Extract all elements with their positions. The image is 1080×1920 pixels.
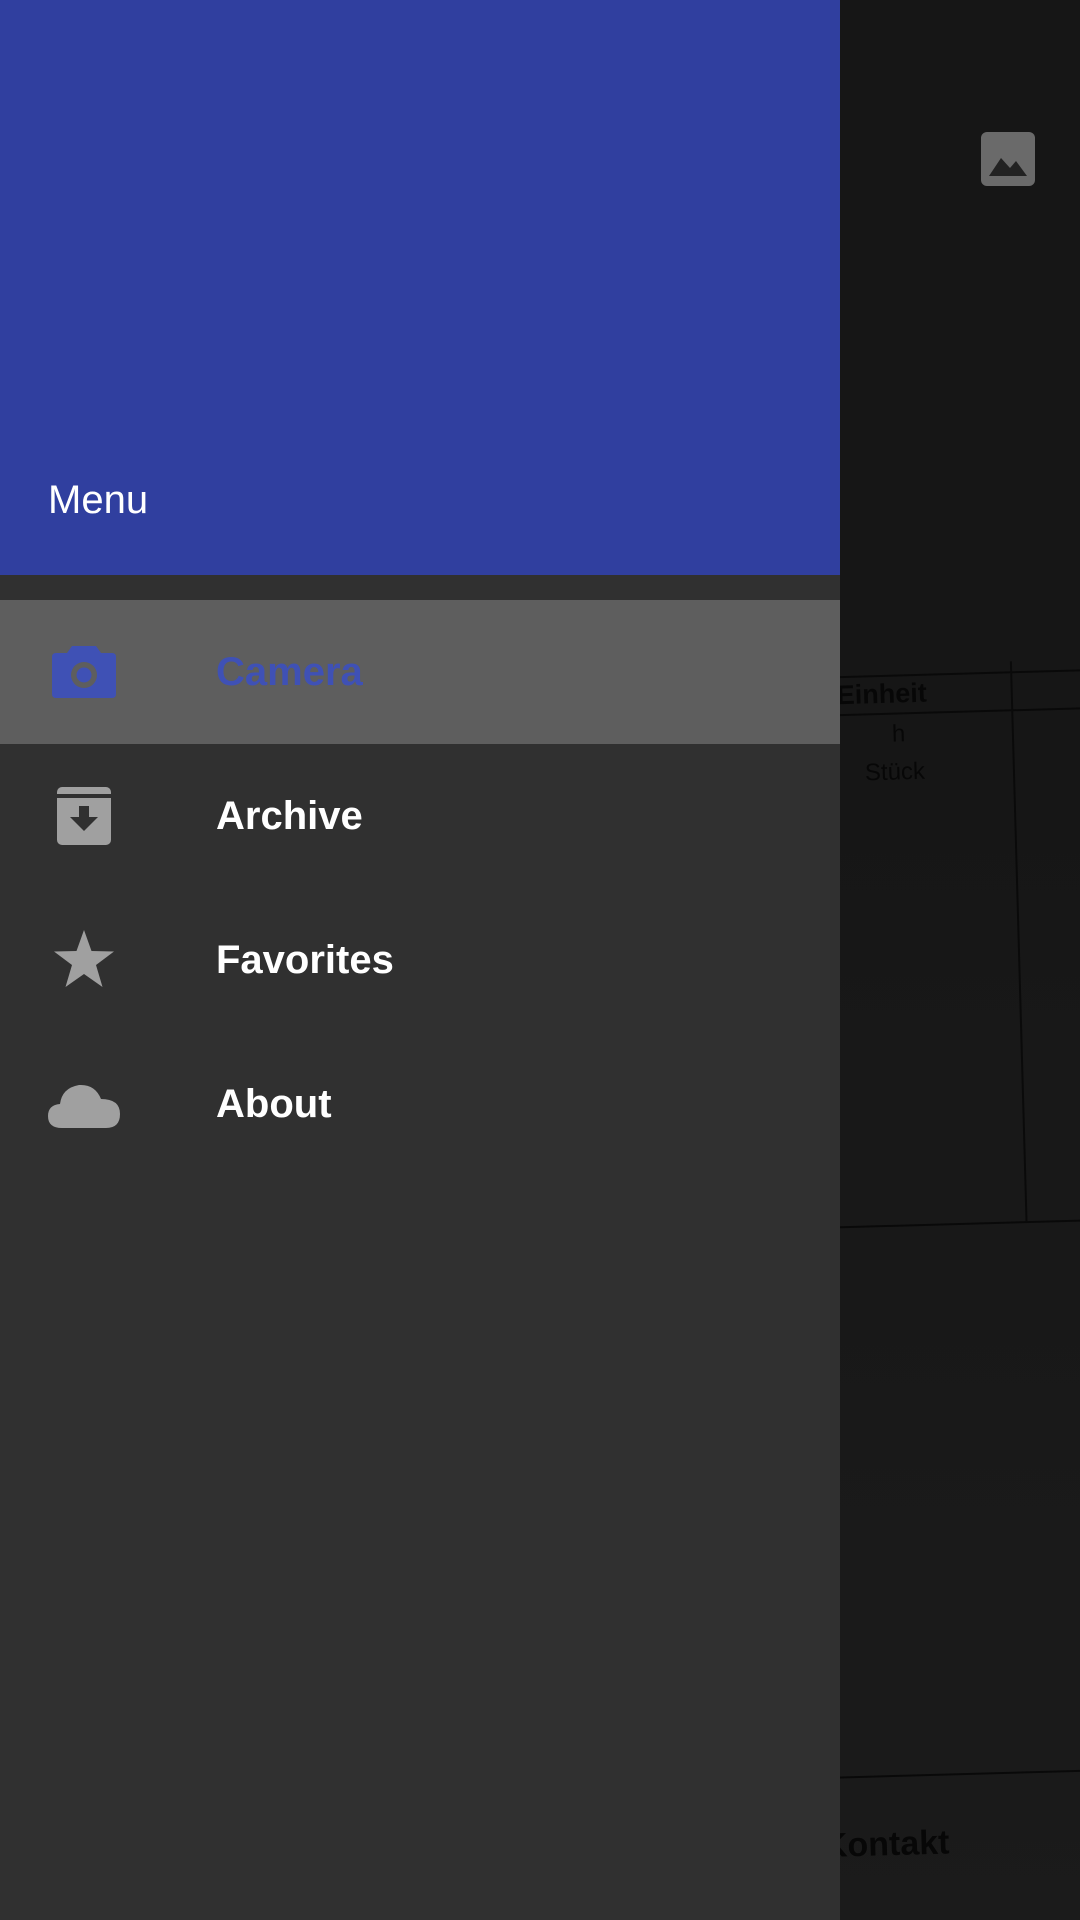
menu-item-label: About	[216, 1082, 332, 1126]
gallery-button[interactable]	[981, 132, 1035, 186]
drawer-title: Menu	[48, 478, 149, 522]
menu-item-favorites[interactable]: Favorites	[0, 888, 840, 1032]
drawer-menu: Camera Archive Favorites About	[0, 600, 840, 1176]
menu-item-archive[interactable]: Archive	[0, 744, 840, 888]
menu-item-label: Favorites	[216, 938, 394, 982]
star-icon	[48, 930, 120, 990]
navigation-drawer: Menu Camera Archive Favorites About	[0, 0, 840, 1920]
menu-item-about[interactable]: About	[0, 1032, 840, 1176]
cloud-icon	[48, 1074, 120, 1134]
menu-item-camera[interactable]: Camera	[0, 600, 840, 744]
menu-item-label: Archive	[216, 794, 363, 838]
camera-icon	[48, 642, 120, 702]
image-icon	[989, 158, 1027, 176]
archive-icon	[48, 786, 120, 846]
drawer-header: Menu	[0, 0, 840, 575]
menu-item-label: Camera	[216, 650, 363, 694]
